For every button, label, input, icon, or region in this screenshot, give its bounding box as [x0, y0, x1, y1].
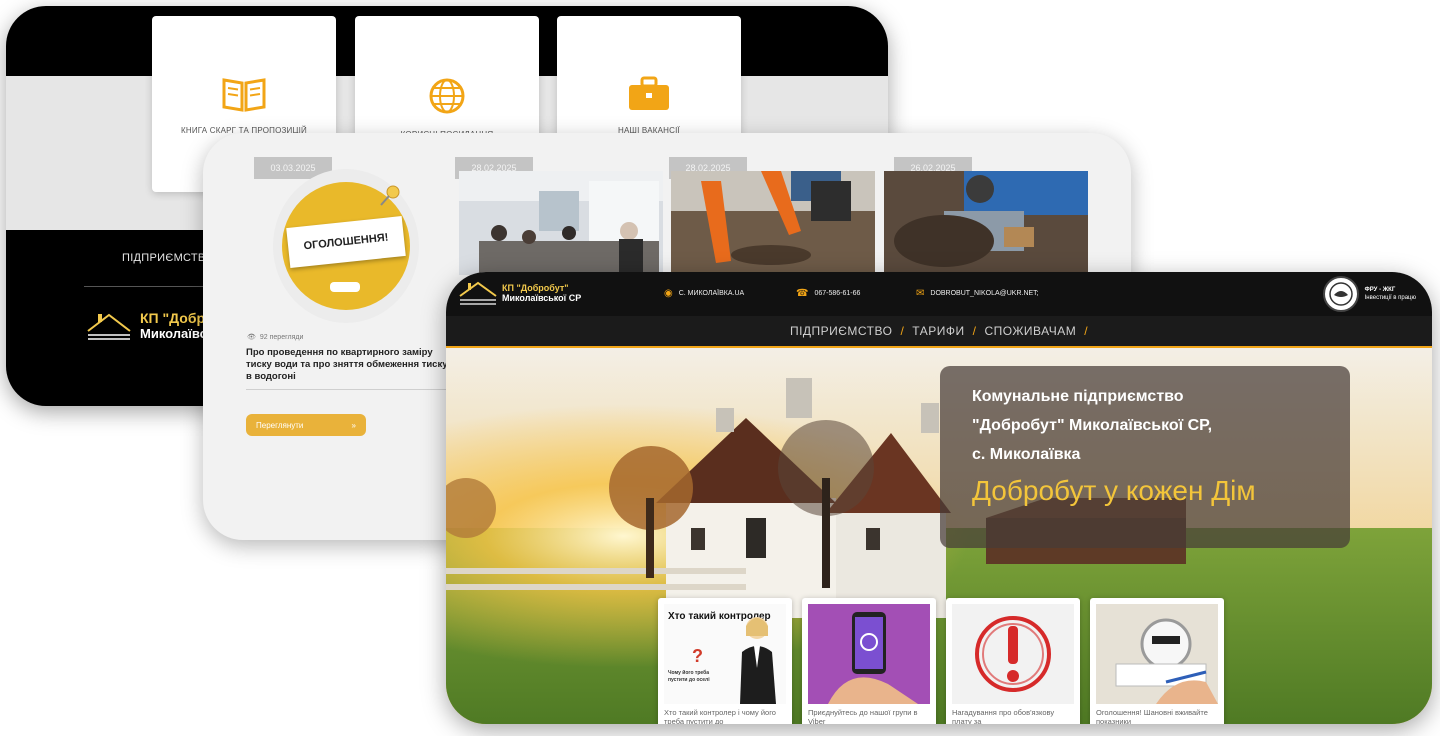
news-tile-viber[interactable]: Приєднуйтесь до нашої групи в Viber	[802, 598, 936, 724]
location-icon: ◉	[664, 288, 673, 299]
site-logo[interactable]: КП "Добробут" Миколаївської СР	[458, 280, 581, 306]
contact-location[interactable]: ◉ С. МИКОЛАЇВКА.UA	[664, 288, 744, 299]
hero-line2: "Добробут" Миколаївської СР,	[972, 417, 1213, 434]
news-tile-caption: Хто такий контролер і чому його треба пу…	[664, 708, 776, 724]
news-tile-meter[interactable]: Оголошення! Шановні вживайте показники	[1090, 598, 1224, 724]
announcement-sign: ОГОЛОШЕННЯ!	[286, 216, 406, 268]
house-logo-icon	[459, 281, 497, 305]
phone-icon: ☎	[796, 288, 809, 299]
view-count: 👁 92 перегляди	[247, 333, 304, 342]
main-nav: ПІДПРИЄМСТВО / ТАРИФИ / СПОЖИВАЧАМ /	[446, 316, 1432, 348]
nav-consumers[interactable]: СПОЖИВАЧАМ	[984, 324, 1076, 338]
view-more-button[interactable]: Переглянути »	[246, 414, 366, 436]
news-tile-reminder[interactable]: Нагадування про обов'язкову плату за	[946, 598, 1080, 724]
contact-phone[interactable]: ☎ 067-586-61-66	[796, 288, 860, 299]
woman-figure	[740, 617, 776, 704]
phone-in-hand-image	[808, 604, 930, 704]
news-title[interactable]: Про проведення по квартирного заміру тис…	[246, 347, 450, 383]
eye-icon: 👁	[247, 334, 256, 341]
water-meter-image	[1096, 604, 1218, 704]
mail-icon: ✉	[916, 288, 925, 299]
hero-line3: с. Миколаївка	[972, 446, 1081, 463]
news-photo-repair[interactable]	[884, 171, 1088, 275]
globe-icon	[429, 78, 465, 114]
house-logo-icon	[87, 313, 131, 340]
briefcase-icon	[629, 76, 669, 110]
site-preview-home: КП "Добробут" Миколаївської СР ◉ С. МИКО…	[446, 272, 1432, 724]
exclamation-icon	[952, 604, 1074, 704]
news-tiles: Хто такий контролер ? Чому його треба пу…	[658, 598, 1224, 724]
news-tile-caption: Оголошення! Шановні вживайте показники	[1096, 708, 1208, 724]
screenshot-stage: КНИГА СКАРГ ТА ПРОПОЗИЦІЙ КОРИСНІ ПОСИЛА…	[0, 0, 1440, 736]
partner-badge[interactable]: ФРУ - ЖКГ Інвестиції в працю	[1322, 276, 1416, 312]
hero-caption: Комунальне підприємство "Добробут" Микол…	[940, 366, 1350, 548]
news-photo-excavator[interactable]	[671, 171, 875, 275]
arrow-icon: »	[351, 420, 356, 430]
divider	[246, 389, 450, 390]
partner-seal-icon	[1322, 276, 1359, 312]
hero-slogan: Добробут у кожен Дім	[972, 475, 1256, 506]
news-tile-caption: Приєднуйтесь до нашої групи в Viber	[808, 708, 918, 724]
footer-section-title: ПІДПРИЄМСТВО	[122, 252, 215, 264]
nav-tariffs[interactable]: ТАРИФИ	[912, 324, 964, 338]
news-photo-meeting[interactable]	[459, 171, 663, 275]
nav-enterprise[interactable]: ПІДПРИЄМСТВО	[790, 324, 893, 338]
hero-line1: Комунальне підприємство	[972, 388, 1184, 405]
news-tile-controller[interactable]: Хто такий контролер ? Чому його треба пу…	[658, 598, 792, 724]
partner-text: ФРУ - ЖКГ Інвестиції в працю	[1364, 287, 1416, 301]
news-tile-caption: Нагадування про обов'язкову плату за	[952, 708, 1055, 724]
contact-email[interactable]: ✉ DOBROBUT_NIKOLA@UKR.NET;	[916, 288, 1039, 299]
book-icon	[222, 78, 266, 112]
pushpin-icon	[380, 185, 400, 206]
site-logo-text: КП "Добробут" Миколаївської СР	[502, 283, 582, 303]
